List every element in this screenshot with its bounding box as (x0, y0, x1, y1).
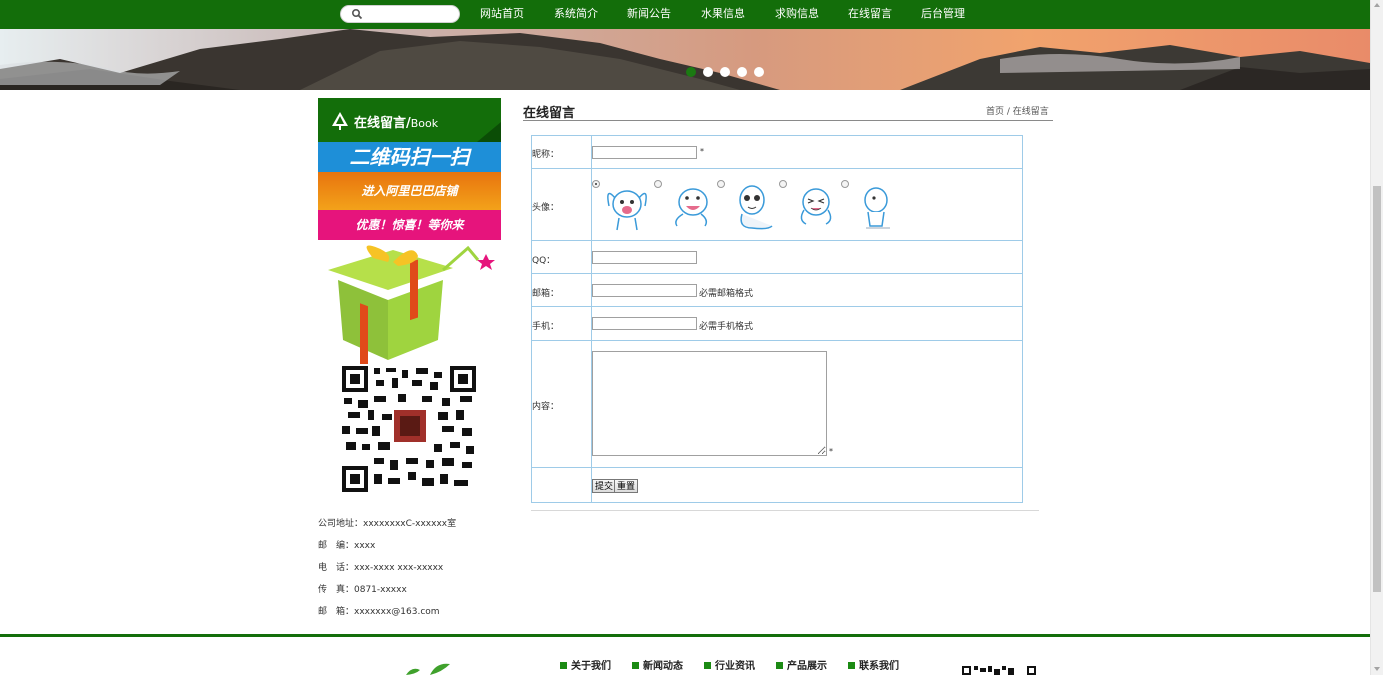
footer-qr-code-image (962, 666, 1036, 675)
content-label: 内容： (532, 402, 560, 412)
footer-link-products[interactable]: 产品展示 (776, 657, 827, 672)
carousel-dot-2[interactable] (703, 67, 713, 77)
page-scrollbar[interactable] (1370, 0, 1383, 675)
footer-link-industry[interactable]: 行业资讯 (704, 657, 755, 672)
contact-fax: 传 真：0871-xxxxx (318, 585, 407, 595)
bullet-icon (776, 662, 783, 669)
nav-about-system[interactable]: 系统简介 (554, 7, 598, 21)
qr-code-image (342, 366, 476, 492)
form-row-divider (532, 240, 1022, 241)
email-label: 邮箱： (532, 289, 560, 299)
footer-divider (0, 634, 1370, 637)
avatar-radio-4[interactable] (779, 180, 787, 188)
phone-hint: 必需手机格式 (699, 322, 754, 332)
form-row-divider (532, 273, 1022, 274)
carousel-dot-3[interactable] (720, 67, 730, 77)
scrollbar-thumb[interactable] (1373, 186, 1381, 592)
nav-guestbook[interactable]: 在线留言 (848, 7, 892, 21)
search-input[interactable] (340, 5, 460, 23)
carousel-dot-4[interactable] (737, 67, 747, 77)
avatar-image-5[interactable] (850, 180, 902, 232)
guestbook-form: 昵称： * 头像： QQ： 邮箱： 必需邮箱格式 手机： 必需手机格式 内容： … (531, 135, 1023, 503)
carousel-dot-5[interactable] (754, 67, 764, 77)
avatar-image-2[interactable] (665, 180, 717, 232)
form-row-divider (532, 168, 1022, 169)
nickname-label: 昵称： (532, 150, 560, 160)
form-row-divider (532, 467, 1022, 468)
avatar-image-1[interactable] (601, 180, 653, 232)
banner-carousel (0, 29, 1370, 90)
contact-email: 邮 箱：xxxxxxx@163.com (318, 607, 440, 617)
sidebar-title: 在线留言/Book (354, 116, 439, 131)
promo-line-2: 进入阿里巴巴店铺 (318, 172, 501, 210)
nav-admin[interactable]: 后台管理 (921, 7, 965, 21)
qq-input[interactable] (592, 251, 697, 264)
avatar-radio-5[interactable] (841, 180, 849, 188)
gift-box-icon (328, 245, 495, 364)
nav-fruit-info[interactable]: 水果信息 (701, 7, 745, 21)
carousel-dot-1[interactable] (686, 67, 696, 77)
qq-label: QQ： (532, 256, 556, 266)
top-nav-bar: 网站首页 系统简介 新闻公告 水果信息 求购信息 在线留言 后台管理 (0, 0, 1370, 29)
footer-link-news[interactable]: 新闻动态 (632, 657, 683, 672)
submit-button[interactable]: 提交 (592, 479, 617, 493)
content-divider (531, 510, 1039, 511)
promo-line-3: 优惠！惊喜！等你来 (318, 210, 501, 240)
phone-label: 手机： (532, 322, 560, 332)
scroll-up-arrow-icon[interactable] (1374, 3, 1380, 7)
search-icon (351, 8, 363, 20)
required-mark: * (700, 147, 704, 156)
footer-link-about[interactable]: 关于我们 (560, 657, 611, 672)
contact-postcode: 邮 编：xxxx (318, 541, 376, 551)
mountain-landscape-image (0, 29, 1370, 90)
header-fold-decoration (477, 122, 501, 142)
nickname-input[interactable] (592, 146, 697, 159)
avatar-image-4[interactable] (790, 180, 842, 232)
form-row-divider (532, 340, 1022, 341)
nav-news[interactable]: 新闻公告 (627, 7, 671, 21)
sidebar-header: 在线留言/Book (318, 98, 501, 142)
breadcrumb[interactable]: 首页 / 在线留言 (986, 104, 1049, 117)
bullet-icon (848, 662, 855, 669)
contact-phone: 电 话：xxx-xxxx xxx-xxxxx (318, 563, 444, 573)
email-input[interactable] (592, 284, 697, 297)
avatar-radio-1[interactable] (592, 180, 600, 188)
bullet-icon (632, 662, 639, 669)
form-row-divider (532, 306, 1022, 307)
required-mark: * (829, 447, 833, 456)
footer-link-contact[interactable]: 联系我们 (848, 657, 899, 672)
nav-home[interactable]: 网站首页 (480, 7, 524, 21)
tree-icon (332, 112, 348, 130)
scroll-down-arrow-icon[interactable] (1374, 667, 1380, 671)
leaf-logo-icon (406, 663, 450, 675)
contact-address: 公司地址：xxxxxxxxC-xxxxxx室 (318, 519, 457, 529)
avatar-radio-3[interactable] (717, 180, 725, 188)
phone-input[interactable] (592, 317, 697, 330)
content-textarea[interactable] (592, 351, 827, 456)
page-title: 在线留言 (523, 106, 576, 121)
avatar-label: 头像： (532, 203, 560, 213)
title-divider (523, 120, 1053, 121)
nav-purchase-info[interactable]: 求购信息 (775, 7, 819, 21)
email-hint: 必需邮箱格式 (699, 289, 754, 299)
reset-button[interactable]: 重置 (614, 479, 639, 493)
bullet-icon (560, 662, 567, 669)
promo-line-1: 二维码扫一扫 (318, 142, 501, 172)
avatar-radio-2[interactable] (654, 180, 662, 188)
promo-image: 二维码扫一扫 进入阿里巴巴店铺 优惠！惊喜！等你来 (318, 142, 501, 500)
bullet-icon (704, 662, 711, 669)
avatar-image-3[interactable] (728, 180, 780, 232)
